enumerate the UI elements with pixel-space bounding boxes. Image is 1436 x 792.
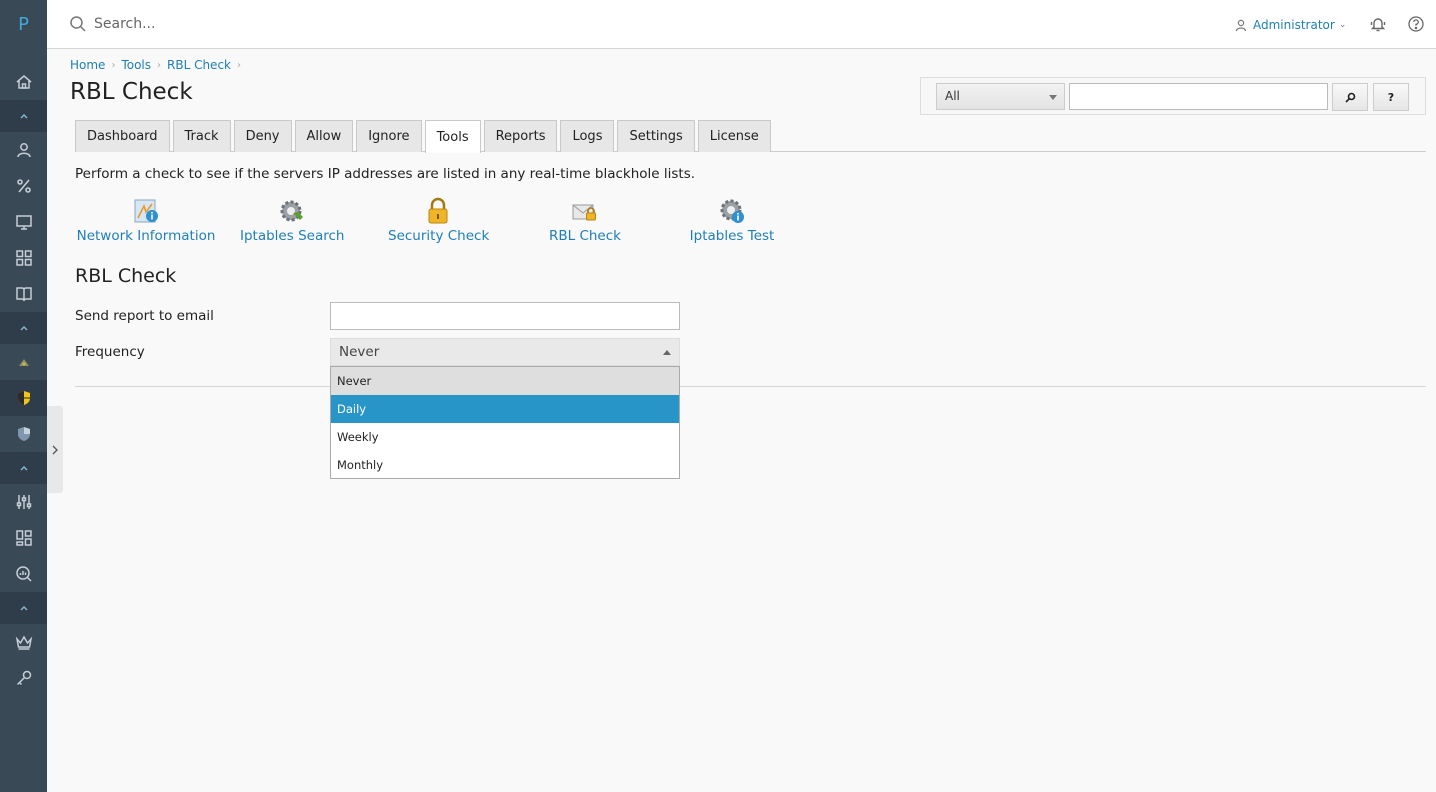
search-icon — [70, 16, 86, 32]
email-label: Send report to email — [75, 308, 214, 324]
nav-group-collapse-2[interactable] — [0, 312, 47, 344]
tab-logs[interactable]: Logs — [560, 120, 615, 152]
filter-scope-select[interactable]: All — [936, 83, 1065, 110]
chevron-right-icon: › — [111, 59, 116, 71]
frequency-option-monthly[interactable]: Monthly — [331, 451, 679, 479]
chevron-right-icon: › — [236, 59, 241, 71]
padlock-icon — [428, 197, 448, 224]
security-shield-icon[interactable] — [0, 416, 47, 452]
expand-sidebar-handle[interactable] — [47, 406, 63, 493]
search-icon — [1344, 92, 1355, 103]
tool-iptables-test[interactable]: Iptables Test — [688, 196, 776, 252]
stats-search-icon[interactable] — [0, 556, 47, 592]
intro-text: Perform a check to see if the servers IP… — [75, 166, 696, 182]
chevron-right-icon — [52, 445, 58, 454]
tab-ignore[interactable]: Ignore — [356, 120, 422, 152]
frequency-option-daily[interactable]: Daily — [331, 395, 679, 423]
percent-icon[interactable] — [0, 168, 47, 204]
frequency-label: Frequency — [75, 344, 145, 360]
chevron-down-icon: ⌄ — [1338, 20, 1347, 30]
crown-icon[interactable] — [0, 624, 47, 660]
tab-dashboard[interactable]: Dashboard — [75, 120, 170, 152]
notifications-icon[interactable] — [1369, 15, 1387, 33]
global-search-input[interactable] — [94, 11, 494, 37]
nav-group-collapse-3[interactable] — [0, 452, 47, 484]
app-logo[interactable]: P — [0, 14, 47, 35]
tab-deny[interactable]: Deny — [233, 120, 292, 152]
report-email-input[interactable] — [330, 302, 680, 330]
tool-label: Iptables Search — [240, 228, 345, 244]
frequency-dropdown-list: Never Daily Weekly Monthly — [330, 366, 680, 479]
breadcrumb-rbl-check[interactable]: RBL Check — [167, 58, 231, 72]
caret-up-icon — [663, 350, 671, 355]
frequency-option-weekly[interactable]: Weekly — [331, 423, 679, 451]
tool-label: Security Check — [388, 228, 490, 244]
key-icon[interactable] — [0, 660, 47, 696]
book-icon[interactable] — [0, 276, 47, 312]
chevron-right-icon: › — [157, 59, 161, 71]
gear-info-icon — [720, 199, 744, 223]
tool-network-information[interactable]: Network Information — [76, 196, 216, 252]
nav-group-collapse-4[interactable] — [0, 592, 47, 624]
mail-lock-icon — [572, 204, 596, 221]
breadcrumb-tools[interactable]: Tools — [121, 58, 151, 72]
tab-track[interactable]: Track — [172, 120, 231, 152]
form-divider — [75, 386, 1426, 387]
nav-group-collapse-1[interactable] — [0, 100, 47, 132]
extension-icon[interactable] — [0, 344, 47, 380]
home-icon[interactable] — [0, 64, 47, 100]
filter-search-button[interactable] — [1332, 83, 1368, 111]
filter-search-input[interactable] — [1069, 83, 1328, 110]
tool-iptables-search[interactable]: Iptables Search — [240, 196, 344, 252]
page-title: RBL Check — [70, 79, 193, 105]
tab-bar: Dashboard Track Deny Allow Ignore Tools … — [75, 120, 774, 153]
filter-box: All ? — [920, 77, 1426, 115]
filter-help-button[interactable]: ? — [1373, 83, 1409, 111]
monitor-icon[interactable] — [0, 204, 47, 240]
firewall-shield-icon[interactable] — [0, 380, 47, 416]
user-name: Administrator — [1253, 18, 1335, 32]
tool-security-check[interactable]: Security Check — [388, 196, 490, 252]
dashboard-icon[interactable] — [0, 520, 47, 556]
user-menu[interactable]: Administrator ⌄ — [1235, 15, 1346, 35]
frequency-select[interactable]: Never — [330, 338, 680, 366]
left-navigation: P — [0, 0, 47, 792]
tab-tools[interactable]: Tools — [424, 120, 481, 153]
frequency-value: Never — [339, 344, 380, 360]
tab-allow[interactable]: Allow — [294, 120, 354, 152]
user-icon[interactable] — [0, 132, 47, 168]
filter-scope-value: All — [945, 89, 960, 103]
tab-reports[interactable]: Reports — [483, 120, 558, 152]
gear-search-icon — [280, 200, 303, 222]
tab-license[interactable]: License — [697, 120, 771, 152]
sliders-icon[interactable] — [0, 484, 47, 520]
help-icon[interactable] — [1407, 15, 1425, 33]
tool-label: Network Information — [76, 228, 216, 244]
network-info-icon — [134, 199, 158, 223]
tool-rbl-check[interactable]: RBL Check — [546, 196, 624, 252]
section-title: RBL Check — [75, 265, 177, 287]
user-icon — [1235, 19, 1247, 31]
grid-icon[interactable] — [0, 240, 47, 276]
breadcrumb: Home › Tools › RBL Check › — [70, 58, 247, 72]
top-bar: Administrator ⌄ — [47, 0, 1436, 49]
caret-down-icon — [1049, 95, 1057, 100]
breadcrumb-home[interactable]: Home — [70, 58, 105, 72]
tab-settings[interactable]: Settings — [617, 120, 695, 152]
frequency-option-never[interactable]: Never — [331, 367, 679, 395]
tool-label: RBL Check — [549, 228, 621, 244]
tool-label: Iptables Test — [689, 228, 775, 244]
